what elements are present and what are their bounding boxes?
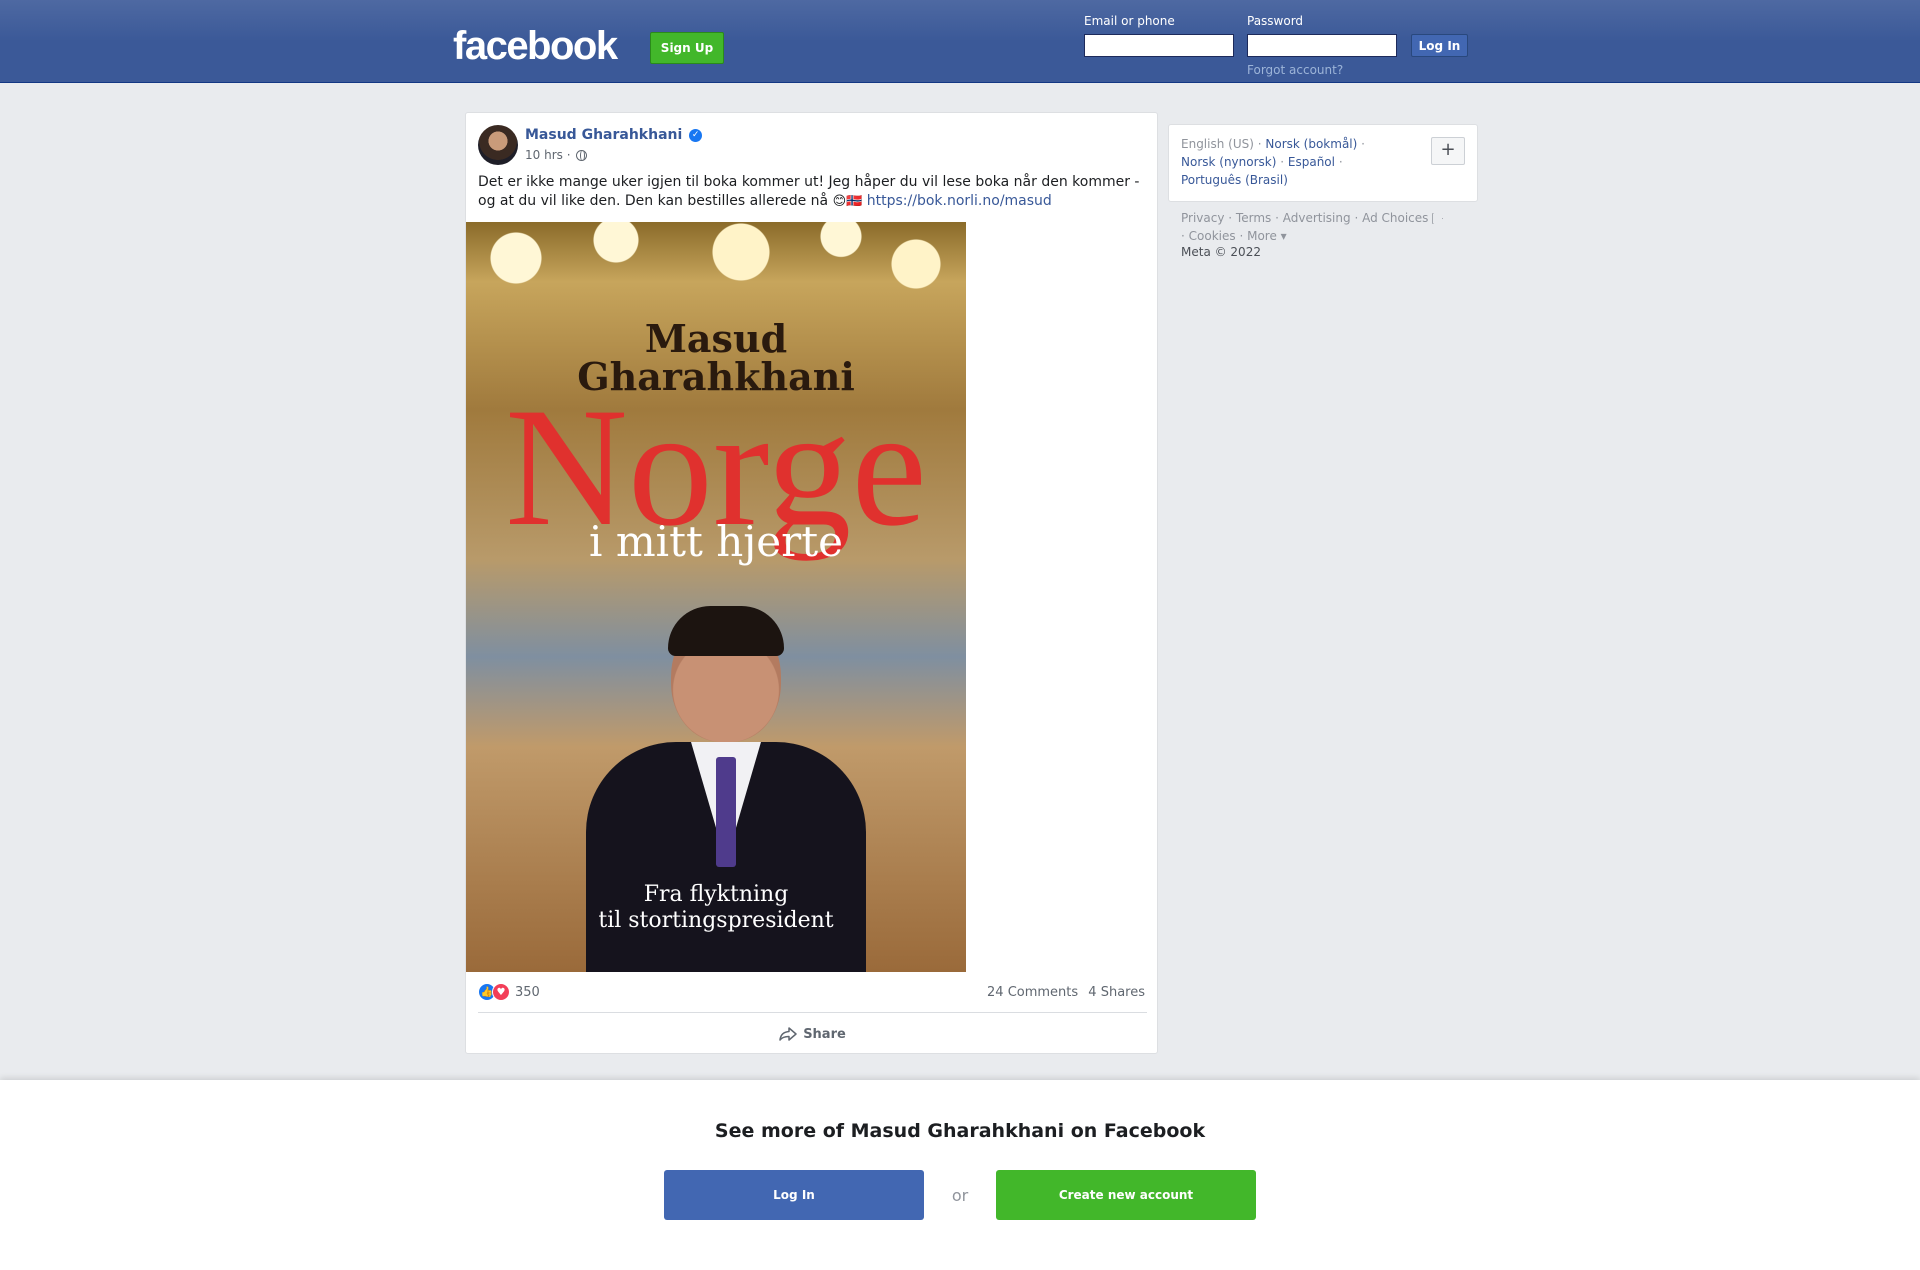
cover-tagline-line2: til stortingspresident — [598, 908, 834, 933]
book-cover-image[interactable]: Masud Gharahkhani Norge i mitt hjerte Fr… — [466, 222, 966, 972]
post-divider — [478, 1012, 1147, 1013]
footer-link-ad-choices[interactable]: Ad Choices — [1362, 211, 1428, 225]
email-field[interactable] — [1084, 34, 1234, 57]
cover-tie — [716, 757, 736, 867]
login-prompt-banner: See more of Masud Gharahkhani on Faceboo… — [0, 1080, 1920, 1270]
separator: · — [1354, 211, 1363, 225]
globe-icon — [576, 150, 588, 161]
separator: · — [1275, 211, 1283, 225]
password-field[interactable] — [1247, 34, 1397, 57]
post-link[interactable]: https://bok.norli.no/masud — [867, 193, 1052, 209]
email-label: Email or phone — [1084, 14, 1175, 28]
post-author[interactable]: Masud Gharahkhani ✓ — [525, 127, 703, 143]
banner-or-text: or — [951, 1186, 969, 1205]
language-link-portugues[interactable]: Português (Brasil) — [1181, 173, 1288, 187]
caret-down-icon: ▾ — [1280, 229, 1287, 243]
separator: · — [1338, 155, 1343, 169]
login-button[interactable]: Log In — [1411, 34, 1468, 57]
post-time[interactable]: 10 hrs — [525, 148, 563, 162]
footer-link-privacy[interactable]: Privacy — [1181, 211, 1224, 225]
top-navigation-bar: facebook Sign Up Email or phone Password… — [0, 0, 1920, 83]
cover-author-first: Masud — [644, 316, 788, 361]
love-reaction-icon: ♥ — [492, 983, 510, 1001]
language-selector: English (US) · Norsk (bokmål) · Norsk (n… — [1168, 124, 1478, 202]
ad-choices-icon — [1432, 213, 1444, 224]
cover-tagline: Fra flyktning til stortingspresident — [466, 882, 966, 934]
banner-login-button[interactable]: Log In — [664, 1170, 924, 1220]
share-label: Share — [803, 1026, 846, 1042]
cover-hair — [668, 606, 784, 656]
post-author-name[interactable]: Masud Gharahkhani — [525, 127, 682, 143]
footer-links: Privacy · Terms · Advertising · Ad Choic… — [1181, 209, 1481, 245]
footer-link-advertising[interactable]: Advertising — [1283, 211, 1351, 225]
share-icon — [779, 1027, 797, 1041]
share-button[interactable]: Share — [466, 1019, 1159, 1049]
post-text: Det er ikke mange uker igjen til boka ko… — [478, 173, 1148, 211]
footer-link-terms[interactable]: Terms — [1236, 211, 1271, 225]
footer-link-cookies[interactable]: Cookies — [1189, 229, 1236, 243]
language-link-norsk-nynorsk[interactable]: Norsk (nynorsk) — [1181, 155, 1276, 169]
emoji-smile-flag: 😊🇳🇴 — [832, 194, 863, 209]
shares-count[interactable]: 4 Shares — [1088, 985, 1145, 1000]
separator: · — [1228, 211, 1236, 225]
language-link-espanol[interactable]: Español — [1288, 155, 1335, 169]
comments-count[interactable]: 24 Comments — [987, 985, 1078, 1000]
copyright: Meta © 2022 — [1181, 245, 1261, 259]
create-account-button[interactable]: Create new account — [996, 1170, 1256, 1220]
separator: · — [1239, 229, 1248, 243]
banner-title: See more of Masud Gharahkhani on Faceboo… — [714, 1120, 1206, 1142]
forgot-account-link[interactable]: Forgot account? — [1247, 63, 1343, 77]
language-link-norsk-bokmal[interactable]: Norsk (bokmål) — [1265, 137, 1357, 151]
meta-separator: · — [566, 148, 571, 162]
cover-subtitle: i mitt hjerte — [589, 517, 843, 566]
separator: · — [1280, 155, 1288, 169]
facebook-logo[interactable]: facebook — [453, 24, 618, 69]
reaction-count: 350 — [515, 984, 540, 1000]
reactions-summary[interactable]: 👍 ♥ 350 — [478, 983, 540, 1001]
separator: · — [1361, 137, 1365, 151]
verified-badge-icon: ✓ — [689, 128, 703, 142]
footer-link-more[interactable]: More — [1247, 229, 1277, 243]
post-meta: 10 hrs · — [525, 148, 588, 162]
separator: · — [1181, 229, 1189, 243]
cover-tagline-line1: Fra flyktning — [643, 882, 789, 907]
sign-up-button[interactable]: Sign Up — [650, 32, 724, 64]
post-card: Masud Gharahkhani ✓ 10 hrs · Det er ikke… — [465, 112, 1158, 1054]
author-avatar[interactable] — [478, 125, 518, 165]
current-language: English (US) — [1181, 137, 1254, 151]
post-stats: 24 Comments 4 Shares — [987, 985, 1145, 1000]
add-language-button[interactable]: + — [1431, 137, 1465, 165]
password-label: Password — [1247, 14, 1304, 28]
